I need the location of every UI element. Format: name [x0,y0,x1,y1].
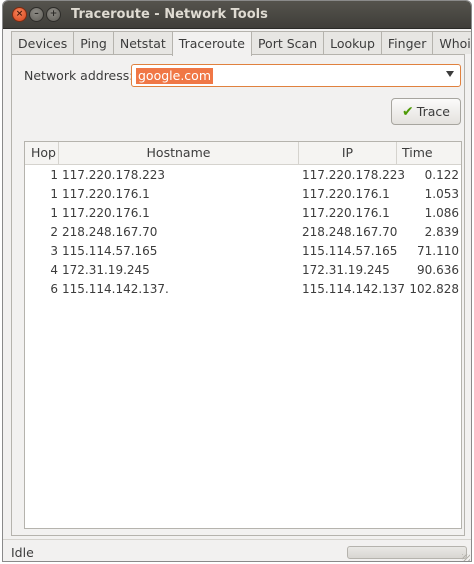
cell-ip: 172.31.19.245 [302,263,390,277]
table-row[interactable]: 1 117.220.178.223 117.220.178.223 0.122 [25,166,461,185]
cell-ip: 218.248.167.70 [302,225,398,239]
maximize-icon[interactable]: + [46,7,61,22]
status-text: Idle [11,545,34,560]
titlebar[interactable]: × – + Traceroute - Network Tools [3,1,471,29]
cell-ip: 117.220.176.1 [302,187,390,201]
cell-hostname: 117.220.176.1 [62,187,150,201]
cell-hop: 3 [50,244,58,258]
app-window: × – + Traceroute - Network Tools Devices… [2,0,472,562]
table-row[interactable]: 2 218.248.167.70 218.248.167.70 2.839 [25,223,461,242]
check-icon: ✔ [402,103,414,120]
cell-time: 1.053 [424,187,459,201]
cell-hop: 1 [50,206,58,220]
status-bar: Idle [3,539,471,561]
cell-hop: 1 [50,168,58,182]
minimize-icon[interactable]: – [29,7,44,22]
table-row[interactable]: 4 172.31.19.245 172.31.19.245 90.636 [25,261,461,280]
table-row[interactable]: 1 117.220.176.1 117.220.176.1 1.086 [25,204,461,223]
network-address-label: Network address: [24,68,134,83]
table-row[interactable]: 3 115.114.57.165 115.114.57.165 71.110 [25,242,461,261]
tab-bar: Devices Ping Netstat Traceroute Port Sca… [11,31,471,56]
cell-hostname: 218.248.167.70 [62,225,158,239]
cell-hop: 6 [50,282,58,296]
trace-button-label: Trace [416,104,450,119]
cell-time: 2.839 [424,225,459,239]
cell-hostname: 115.114.142.137. [62,282,169,296]
tab-port-scan[interactable]: Port Scan [250,31,325,54]
cell-hop: 4 [50,263,58,277]
cell-hop: 2 [50,225,58,239]
tab-traceroute[interactable]: Traceroute [171,31,252,56]
results-table[interactable]: Hop Hostname IP Time 1 117.220.178.223 1… [24,141,462,529]
trace-button[interactable]: ✔ Trace [391,98,461,125]
resize-grip-icon[interactable] [462,554,470,561]
table-header: Hop Hostname IP Time [25,142,461,165]
network-address-input[interactable]: google.com [136,68,213,84]
tab-devices[interactable]: Devices [11,31,75,54]
table-row[interactable]: 6 115.114.142.137. 115.114.142.137 102.8… [25,280,461,299]
cell-time: 71.110 [417,244,459,258]
column-header-ip[interactable]: IP [299,142,397,164]
cell-time: 102.828 [409,282,459,296]
table-row[interactable]: 1 117.220.176.1 117.220.176.1 1.053 [25,185,461,204]
cell-hostname: 117.220.176.1 [62,206,150,220]
close-icon[interactable]: × [12,7,27,22]
tab-whois[interactable]: Whois [432,31,471,54]
cell-hop: 1 [50,187,58,201]
chevron-down-icon[interactable] [446,71,454,77]
cell-hostname: 172.31.19.245 [62,263,150,277]
column-header-time[interactable]: Time [397,142,463,164]
tab-lookup[interactable]: Lookup [323,31,382,54]
cell-time: 1.086 [424,206,459,220]
cell-hostname: 117.220.178.223 [62,168,166,182]
cell-time: 90.636 [417,263,459,277]
cell-time: 0.122 [424,168,459,182]
cell-ip: 115.114.142.137 [302,282,406,296]
cell-ip: 117.220.178.223 [302,168,406,182]
cell-ip: 115.114.57.165 [302,244,398,258]
tab-netstat[interactable]: Netstat [112,31,173,54]
progress-bar [347,546,467,559]
column-header-hostname[interactable]: Hostname [59,142,299,164]
column-header-hop[interactable]: Hop [25,142,59,164]
tab-ping[interactable]: Ping [73,31,114,54]
network-address-combobox[interactable]: google.com [131,64,461,87]
tab-finger[interactable]: Finger [380,31,434,54]
cell-hostname: 115.114.57.165 [62,244,158,258]
cell-ip: 117.220.176.1 [302,206,390,220]
window-title: Traceroute - Network Tools [71,7,268,22]
